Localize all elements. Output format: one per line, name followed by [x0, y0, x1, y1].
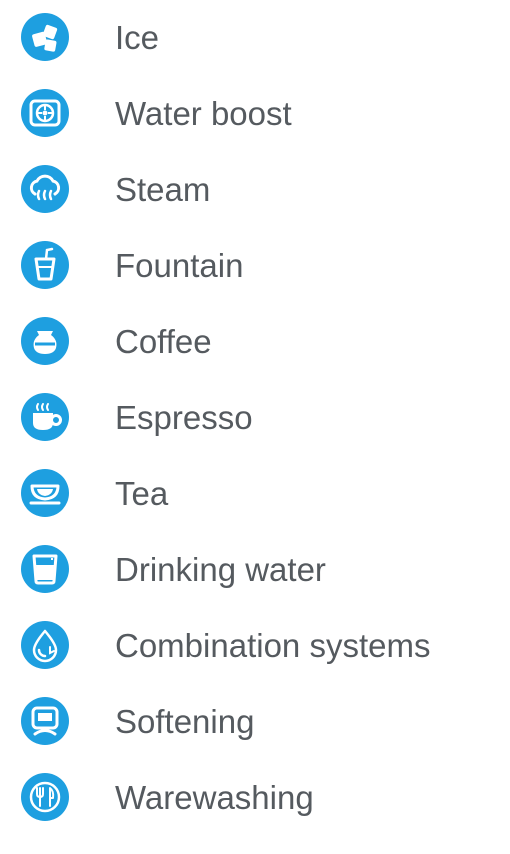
ice-icon — [20, 12, 70, 62]
combination-systems-icon — [20, 620, 70, 670]
coffee-icon — [20, 316, 70, 366]
list-item-softening[interactable]: Softening — [20, 696, 254, 746]
list-item-steam[interactable]: Steam — [20, 164, 210, 214]
item-label: Tea — [115, 474, 169, 512]
water-boost-icon — [20, 88, 70, 138]
drinking-water-icon — [20, 544, 70, 594]
list-item-espresso[interactable]: Espresso — [20, 392, 253, 442]
item-label: Fountain — [115, 246, 244, 284]
list-item-coffee[interactable]: Coffee — [20, 316, 212, 366]
item-label: Softening — [115, 702, 255, 740]
item-label: Ice — [115, 18, 160, 56]
item-label: Coffee — [115, 322, 212, 360]
item-label: Steam — [115, 170, 211, 208]
item-label: Drinking water — [115, 550, 326, 588]
list-item-ice[interactable]: Ice — [20, 12, 159, 62]
softening-icon — [20, 696, 70, 746]
warewashing-icon — [20, 772, 70, 822]
list-item-combination-systems[interactable]: Combination systems — [20, 620, 430, 670]
list-item-drinking-water[interactable]: Drinking water — [20, 544, 326, 594]
list-item-warewashing[interactable]: Warewashing — [20, 772, 314, 822]
item-label: Espresso — [115, 398, 253, 436]
list-item-water-boost[interactable]: Water boost — [20, 88, 292, 138]
steam-icon — [20, 164, 70, 214]
item-label: Water boost — [115, 94, 292, 132]
item-label: Warewashing — [115, 778, 314, 816]
list-item-fountain[interactable]: Fountain — [20, 240, 243, 290]
tea-icon — [20, 468, 70, 518]
category-list: Ice Water boost Steam Fountain Coffee Es… — [0, 0, 510, 854]
item-label: Combination systems — [115, 626, 431, 664]
fountain-icon — [20, 240, 70, 290]
list-item-tea[interactable]: Tea — [20, 468, 168, 518]
espresso-icon — [20, 392, 70, 442]
